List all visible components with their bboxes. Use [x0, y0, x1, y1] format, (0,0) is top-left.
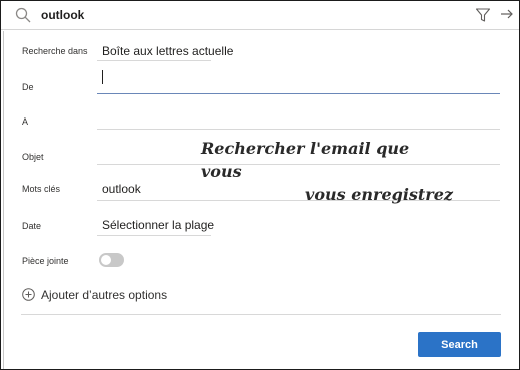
search-button[interactable]: Search: [418, 332, 501, 357]
from-label: De: [22, 82, 34, 92]
panel-divider: [3, 31, 4, 369]
to-label: À: [22, 117, 29, 127]
date-underline: [97, 235, 211, 236]
to-underline: [97, 129, 500, 130]
search-window: outlook Recherche dans Boîte aux lettres…: [0, 0, 520, 370]
search-bar: outlook: [1, 1, 519, 30]
add-circle-icon[interactable]: [22, 288, 35, 301]
filter-icon[interactable]: [475, 7, 491, 23]
arrow-right-icon[interactable]: [500, 7, 514, 21]
add-more-options-link[interactable]: Ajouter d’autres options: [41, 288, 167, 302]
annotation-text: Rechercher l'email que vous vous enregis…: [201, 137, 453, 206]
attachment-toggle[interactable]: [99, 253, 124, 267]
keywords-label: Mots clés: [22, 184, 61, 194]
search-query[interactable]: outlook: [41, 8, 84, 22]
date-label: Date: [22, 221, 42, 231]
keywords-input[interactable]: outlook: [102, 182, 141, 196]
search-in-underline: [97, 60, 211, 61]
annotation-line-1: Rechercher l'email que vous: [201, 139, 410, 181]
from-underline: [97, 93, 500, 94]
footer-divider: [21, 314, 501, 315]
attachment-label: Pièce jointe: [22, 256, 69, 266]
search-in-dropdown[interactable]: Boîte aux lettres actuelle: [102, 44, 233, 58]
search-in-label: Recherche dans: [22, 46, 88, 56]
annotation-line-2: vous enregistrez: [305, 185, 453, 204]
subject-label: Objet: [22, 152, 44, 162]
search-icon[interactable]: [15, 7, 31, 23]
text-caret: [102, 70, 103, 84]
toggle-knob: [101, 255, 111, 265]
date-range-picker[interactable]: Sélectionner la plage: [102, 218, 214, 232]
